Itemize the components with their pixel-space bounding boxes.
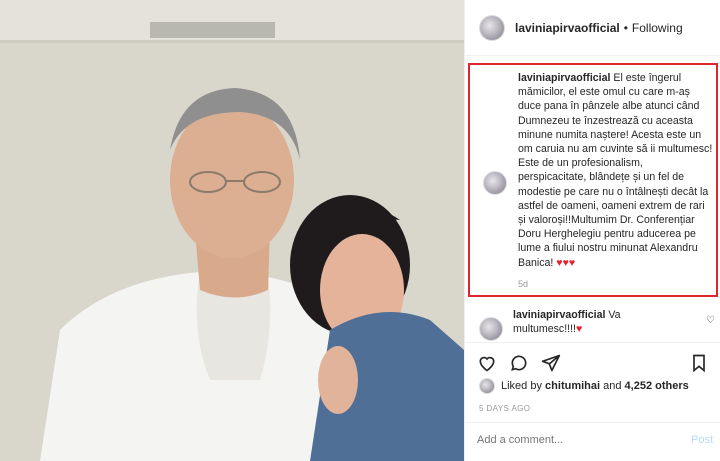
comment-bar: Post [465,422,720,461]
caption-age: 5d [518,279,529,289]
share-icon[interactable] [541,353,561,373]
comment-icon[interactable] [509,353,529,373]
caption-avatar[interactable] [483,171,507,195]
like-comment-icon[interactable]: ♡ [706,315,715,326]
follow-status-button[interactable]: Following [632,21,683,35]
add-comment-input[interactable] [477,434,667,446]
likes-summary: Liked by chitumihai and 4,252 others [479,378,689,394]
instagram-post: laviniapirvaofficial • Following lavinia… [0,0,720,461]
photo-illustration [0,0,464,461]
post-photo [0,0,464,461]
liker-username[interactable]: chitumihai [545,380,600,392]
comment-text: laviniapirvaofficial Va multumesc!!!!♥ [513,308,683,336]
likes-others[interactable]: 4,252 others [625,380,689,392]
post-side-panel: laviniapirvaofficial • Following lavinia… [464,0,720,461]
comment-heart: ♥ [576,323,583,335]
heart-outline-icon[interactable] [477,353,497,373]
bookmark-icon[interactable] [689,353,709,373]
liker-avatar[interactable] [479,378,495,394]
caption-body: El este îngerul mămicilor, el este omul … [518,72,713,269]
comment-avatar[interactable] [479,317,503,341]
likes-connector: and [603,380,622,392]
caption-hearts: ♥♥♥ [556,256,576,269]
post-header: laviniapirvaofficial • Following [465,0,720,56]
author-avatar[interactable] [479,14,505,41]
post-comment-button[interactable]: Post [691,434,713,446]
comment-row: laviniapirvaofficial Va multumesc!!!!♥ ♡ [479,308,715,341]
author-username[interactable]: laviniapirvaofficial [515,21,620,35]
caption-text: laviniapirvaofficial El este îngerul măm… [518,71,714,270]
post-date: 5 DAYS AGO [479,404,531,413]
action-bar [465,342,720,374]
caption-username[interactable]: laviniapirvaofficial [518,72,610,84]
likes-prefix: Liked by [501,380,542,392]
header-separator: • [623,20,628,35]
caption-highlight: laviniapirvaofficial El este îngerul măm… [468,63,718,297]
comment-username[interactable]: laviniapirvaofficial [513,309,605,321]
